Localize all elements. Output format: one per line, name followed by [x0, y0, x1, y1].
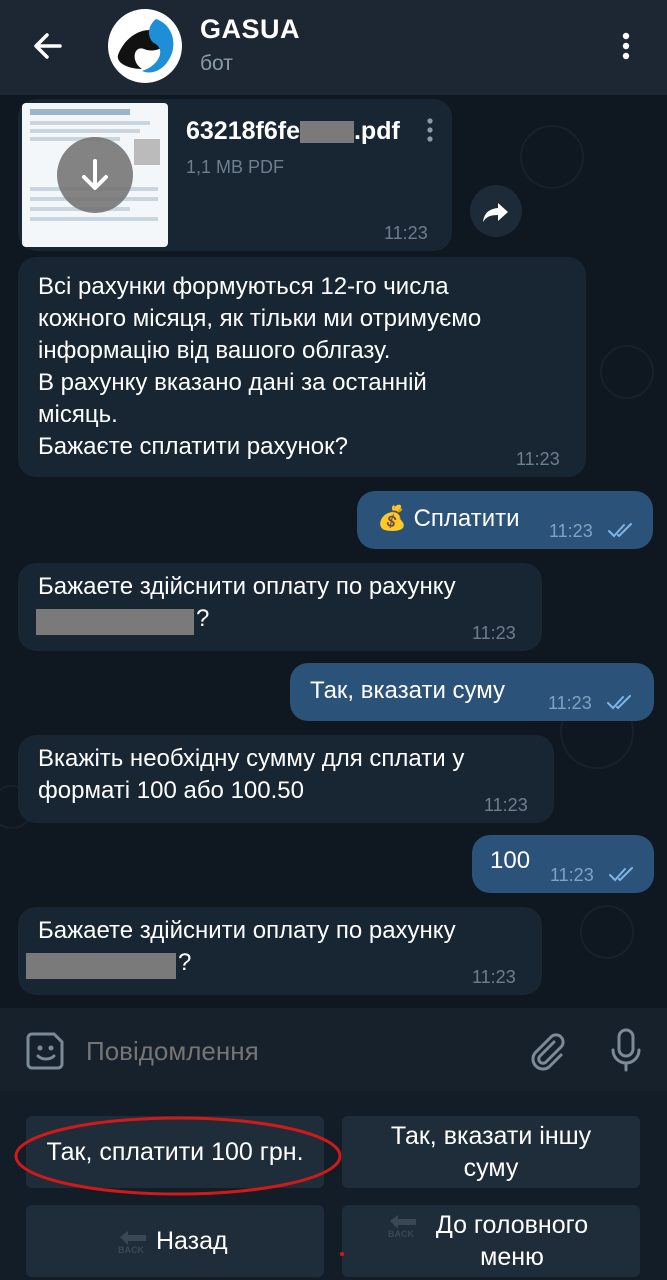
incoming-message[interactable]: Вкажіть необхідну сумму для сплати у фор…	[18, 735, 554, 823]
message-text: Всі рахунки формуються 12-го числа кожно…	[38, 273, 482, 460]
read-checks-icon	[608, 523, 632, 538]
chat-area[interactable]: 63218f6fe .pdf 1,1 MB PDF 11:23 Всі рахун…	[0, 95, 667, 1008]
button-label: Так, вказати іншу суму	[390, 1122, 592, 1182]
bot-avatar[interactable]	[108, 9, 182, 83]
chat-title: GASUA	[200, 14, 301, 44]
download-arrow-icon	[82, 159, 108, 190]
back-arrow-icon: BACK	[116, 1229, 150, 1255]
read-checks-icon	[607, 695, 631, 710]
annotation-dot	[340, 1252, 344, 1256]
main-menu-button[interactable]: BACK До головного меню	[342, 1205, 640, 1277]
back-button[interactable]: BACK Назад	[26, 1205, 324, 1277]
read-checks-icon	[609, 867, 633, 882]
redacted-account	[26, 953, 176, 979]
gasua-logo-icon	[111, 12, 179, 80]
share-icon	[483, 203, 508, 222]
chat-subtitle: бот	[200, 52, 233, 75]
microphone-icon[interactable]	[606, 1026, 646, 1074]
money-bag-icon: 💰	[377, 505, 407, 532]
message-input[interactable]	[84, 1030, 508, 1072]
file-name: 63218f6fe .pdf	[186, 117, 400, 145]
forward-button[interactable]	[470, 185, 522, 237]
message-time: 11:23	[549, 521, 593, 541]
more-vert-icon[interactable]	[611, 26, 641, 66]
file-message[interactable]: 63218f6fe .pdf 1,1 MB PDF 11:23	[18, 99, 452, 251]
wallpaper-doodle	[600, 345, 654, 399]
outgoing-message[interactable]: 100 11:23	[472, 835, 654, 893]
wallpaper-doodle	[580, 905, 634, 959]
message-text: Вкажіть необхідну сумму для сплати у фор…	[38, 745, 465, 804]
back-arrow-icon[interactable]	[28, 26, 68, 66]
message-time: 11:23	[550, 865, 594, 885]
outgoing-message[interactable]: 💰 Сплатити 11:23	[357, 491, 653, 549]
message-time: 11:23	[472, 967, 516, 987]
pdf-thumbnail	[22, 103, 168, 247]
message-time: 11:23	[384, 223, 428, 243]
incoming-message[interactable]: Бажаете здійснити оплату по рахунку ? 11…	[18, 907, 542, 995]
attach-icon[interactable]	[524, 1028, 568, 1072]
message-text: 💰 Сплатити	[377, 505, 520, 532]
file-menu-icon[interactable]	[422, 115, 438, 145]
redacted-account	[36, 609, 194, 635]
message-time: 11:23	[484, 795, 528, 815]
bot-keyboard: Так, сплатити 100 грн. Так, вказати іншу…	[0, 1091, 667, 1280]
message-composer	[0, 1008, 667, 1091]
incoming-message[interactable]: Бажаете здійснити оплату по рахунку ? 11…	[18, 563, 542, 651]
annotation-ellipse	[14, 1116, 342, 1196]
message-time: 11:23	[548, 693, 592, 713]
back-arrow-icon: BACK	[386, 1213, 420, 1239]
chat-header: GASUA бот	[0, 0, 667, 95]
message-suffix: ?	[178, 949, 192, 976]
message-suffix: ?	[196, 605, 210, 632]
file-meta: 1,1 MB PDF	[186, 157, 285, 177]
message-time: 11:23	[516, 449, 560, 469]
other-amount-button[interactable]: Так, вказати іншу суму	[342, 1116, 640, 1188]
button-label: Назад	[156, 1227, 228, 1255]
message-text: Так, вказати суму	[310, 677, 506, 704]
wallpaper-doodle	[520, 125, 584, 189]
redacted-filename	[299, 121, 354, 144]
message-time: 11:23	[472, 623, 516, 643]
message-text: 100	[490, 847, 531, 874]
sticker-icon[interactable]	[24, 1028, 68, 1072]
message-text: Бажаете здійснити оплату по рахунку	[38, 917, 456, 944]
download-button[interactable]	[57, 137, 133, 213]
button-label: До головного меню	[435, 1211, 589, 1271]
outgoing-message[interactable]: Так, вказати суму 11:23	[290, 663, 654, 721]
message-text: Бажаете здійснити оплату по рахунку	[38, 573, 456, 600]
incoming-message[interactable]: Всі рахунки формуються 12-го числа кожно…	[18, 257, 586, 477]
